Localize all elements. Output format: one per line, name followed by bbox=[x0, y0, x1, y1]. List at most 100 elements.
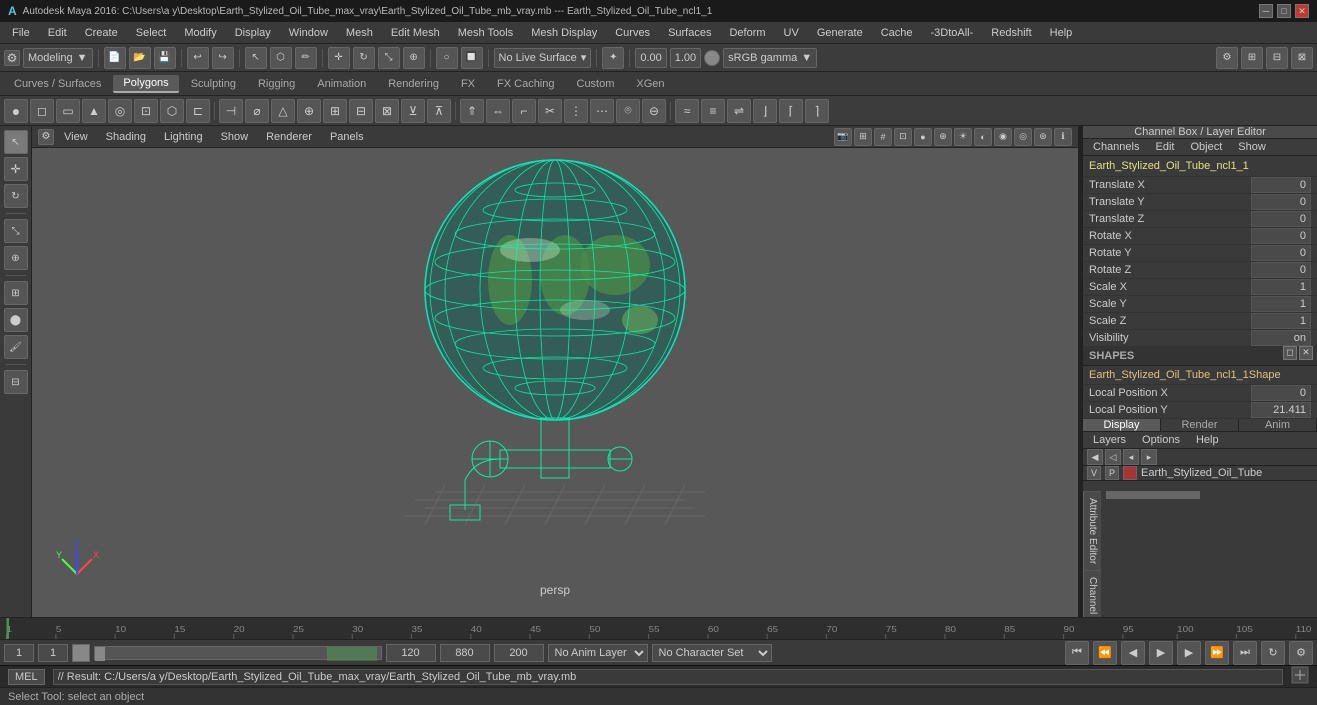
tab-animation[interactable]: Animation bbox=[307, 76, 376, 92]
layer-playback-toggle[interactable]: P bbox=[1105, 466, 1119, 480]
layer-move-down-btn[interactable]: ▸ bbox=[1141, 449, 1157, 465]
prev-frame-btn[interactable]: ⏪ bbox=[1093, 641, 1117, 665]
menu-deform[interactable]: Deform bbox=[721, 25, 773, 41]
texture-btn[interactable]: ⊕ bbox=[934, 128, 952, 146]
cb-close-btn[interactable]: ✕ bbox=[1299, 346, 1313, 360]
undo-btn[interactable]: ↩ bbox=[187, 47, 209, 69]
tab-display[interactable]: Display bbox=[1083, 419, 1161, 431]
insert-loop-icon-btn[interactable]: ⋮ bbox=[564, 99, 588, 123]
current-frame-input[interactable] bbox=[4, 644, 34, 662]
render-quality-btn[interactable]: ✦ bbox=[602, 47, 624, 69]
color-profile-dropdown[interactable]: sRGB gamma ▼ bbox=[723, 48, 817, 68]
menu-surfaces[interactable]: Surfaces bbox=[660, 25, 719, 41]
plane-icon-btn[interactable]: ⊡ bbox=[134, 99, 158, 123]
smooth-icon-btn[interactable]: ⌀ bbox=[245, 99, 269, 123]
menu-display[interactable]: Display bbox=[227, 25, 279, 41]
channel-visibility[interactable]: Visibility on bbox=[1083, 330, 1317, 347]
tab-fx[interactable]: FX bbox=[451, 76, 485, 92]
combine-icon-btn[interactable]: ⊞ bbox=[323, 99, 347, 123]
cube-icon-btn[interactable]: ◻ bbox=[30, 99, 54, 123]
live-surface-dropdown[interactable]: No Live Surface ▾ bbox=[494, 48, 592, 68]
view-menu-shading[interactable]: Shading bbox=[98, 129, 154, 145]
paint-select-btn[interactable]: ✏ bbox=[295, 47, 317, 69]
paint-attr-btn[interactable]: 🖌 bbox=[4, 335, 28, 359]
menu-redshift[interactable]: Redshift bbox=[983, 25, 1039, 41]
soft-mod-btn[interactable]: ○ bbox=[436, 47, 458, 69]
viewport-settings-icon[interactable]: ⚙ bbox=[38, 129, 54, 145]
layer-color-swatch[interactable] bbox=[1123, 466, 1137, 480]
sphere-icon-btn[interactable]: ● bbox=[4, 99, 28, 123]
boolean-icon-btn[interactable]: ⊕ bbox=[297, 99, 321, 123]
channel-box-side-tab[interactable]: Channel Box / Layer Editor bbox=[1083, 570, 1101, 617]
rotate-tool-btn[interactable]: ↻ bbox=[4, 184, 28, 208]
ao-btn[interactable]: ◉ bbox=[994, 128, 1012, 146]
offset-edge-icon-btn[interactable]: ⊖ bbox=[642, 99, 666, 123]
triangulate-icon-btn[interactable]: △ bbox=[271, 99, 295, 123]
minimize-button[interactable]: ─ bbox=[1259, 4, 1273, 18]
wireframe-btn[interactable]: ⊡ bbox=[894, 128, 912, 146]
move-tool-btn[interactable]: ✛ bbox=[4, 157, 28, 181]
channel-rotate-x[interactable]: Rotate X 0 bbox=[1083, 228, 1317, 245]
show-manip-btn[interactable]: ⊟ bbox=[4, 370, 28, 394]
mirror-icon-btn[interactable]: ⊣ bbox=[219, 99, 243, 123]
bridge-icon-btn[interactable]: ⇔ bbox=[486, 99, 510, 123]
layout-btn2[interactable]: ⊟ bbox=[1266, 47, 1288, 69]
maximize-button[interactable]: □ bbox=[1277, 4, 1291, 18]
play-btn[interactable]: ▶ bbox=[1149, 641, 1173, 665]
value2-field[interactable]: 1.00 bbox=[670, 48, 701, 68]
layer-row[interactable]: V P Earth_Stylized_Oil_Tube bbox=[1083, 466, 1317, 481]
tab-curves-surfaces[interactable]: Curves / Surfaces bbox=[4, 76, 111, 92]
hypershade-btn[interactable]: ◎ bbox=[1014, 128, 1032, 146]
menu-mesh-tools[interactable]: Mesh Tools bbox=[450, 25, 521, 41]
range-end-input[interactable] bbox=[386, 644, 436, 662]
layer-visible-toggle[interactable]: V bbox=[1087, 466, 1101, 480]
channel-local-pos-y[interactable]: Local Position Y 21.411 bbox=[1083, 402, 1317, 419]
layer-delete-btn[interactable]: ◁ bbox=[1105, 449, 1121, 465]
render-settings-btn[interactable]: ⚙ bbox=[1216, 47, 1238, 69]
open-file-btn[interactable]: 📂 bbox=[129, 47, 151, 69]
view-menu-view[interactable]: View bbox=[56, 129, 96, 145]
symmetrize-icon-btn[interactable]: ⌉ bbox=[805, 99, 829, 123]
select-tool-btn[interactable]: ↖ bbox=[4, 130, 28, 154]
channel-rotate-z[interactable]: Rotate Z 0 bbox=[1083, 262, 1317, 279]
layout-btn1[interactable]: ⊞ bbox=[1241, 47, 1263, 69]
tab-custom[interactable]: Custom bbox=[567, 76, 625, 92]
tab-xgen[interactable]: XGen bbox=[626, 76, 674, 92]
soft-select-btn[interactable]: ⬤ bbox=[4, 308, 28, 332]
target-weld-icon-btn[interactable]: ⌾ bbox=[616, 99, 640, 123]
new-file-btn[interactable]: 📄 bbox=[104, 47, 126, 69]
menu-uv[interactable]: UV bbox=[776, 25, 807, 41]
channel-scale-y[interactable]: Scale Y 1 bbox=[1083, 296, 1317, 313]
rotate-btn[interactable]: ↻ bbox=[353, 47, 375, 69]
bevel-icon-btn[interactable]: ⌐ bbox=[512, 99, 536, 123]
channel-translate-z[interactable]: Translate Z 0 bbox=[1083, 211, 1317, 228]
playback-settings-btn[interactable]: ⚙ bbox=[1289, 641, 1313, 665]
grid-btn[interactable]: # bbox=[874, 128, 892, 146]
tab-render[interactable]: Render bbox=[1161, 419, 1239, 431]
menu-edit-mesh[interactable]: Edit Mesh bbox=[383, 25, 448, 41]
multi-cut-icon-btn[interactable]: ✂ bbox=[538, 99, 562, 123]
fill-hole-icon-btn[interactable]: ⊠ bbox=[375, 99, 399, 123]
select-btn[interactable]: ↖ bbox=[245, 47, 267, 69]
attribute-editor-tab[interactable]: Attribute Editor bbox=[1083, 491, 1101, 570]
menu-window[interactable]: Window bbox=[281, 25, 336, 41]
cb-menu-edit[interactable]: Edit bbox=[1149, 139, 1180, 155]
cb-menu-object[interactable]: Object bbox=[1184, 139, 1228, 155]
tab-rigging[interactable]: Rigging bbox=[248, 76, 305, 92]
view-menu-panels[interactable]: Panels bbox=[322, 129, 372, 145]
menu-create[interactable]: Create bbox=[77, 25, 126, 41]
channel-translate-x[interactable]: Translate X 0 bbox=[1083, 177, 1317, 194]
status-input[interactable] bbox=[53, 669, 1283, 685]
save-file-btn[interactable]: 💾 bbox=[154, 47, 176, 69]
separate-icon-btn[interactable]: ⊟ bbox=[349, 99, 373, 123]
tab-anim[interactable]: Anim bbox=[1239, 419, 1317, 431]
tab-rendering[interactable]: Rendering bbox=[378, 76, 449, 92]
reduce-icon-btn[interactable]: ⊻ bbox=[401, 99, 425, 123]
end-frame-input-1[interactable] bbox=[440, 644, 490, 662]
lasso-btn[interactable]: ⬡ bbox=[270, 47, 292, 69]
channel-local-pos-x[interactable]: Local Position X 0 bbox=[1083, 385, 1317, 402]
frame-range-slider[interactable] bbox=[94, 646, 382, 660]
menu-edit[interactable]: Edit bbox=[40, 25, 75, 41]
light-btn[interactable]: ☀ bbox=[954, 128, 972, 146]
channel-scale-x[interactable]: Scale X 1 bbox=[1083, 279, 1317, 296]
